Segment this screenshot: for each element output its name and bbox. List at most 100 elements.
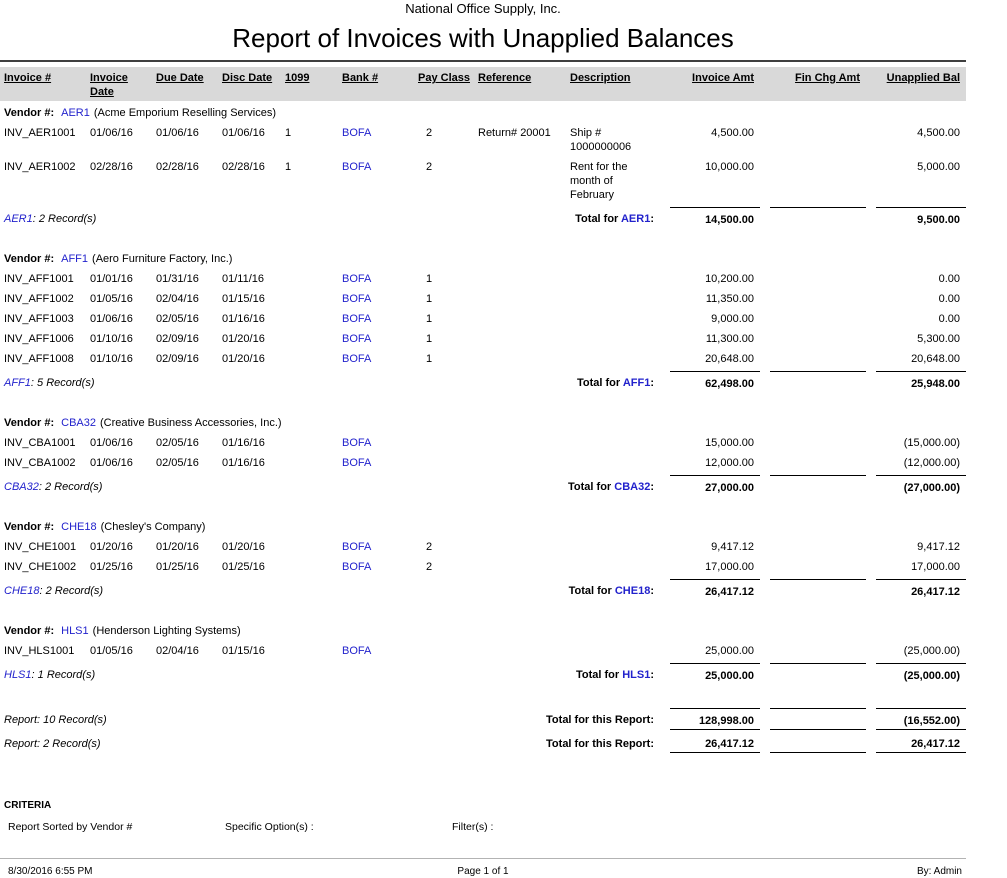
cell-fin-chg-amt (760, 451, 866, 471)
cell-due-date: 02/05/16 (152, 451, 218, 471)
vendor-name: (Acme Emporium Reselling Services) (94, 107, 276, 119)
vendor-code-link[interactable]: HLS1 (61, 625, 89, 637)
cell-invoice-date: 01/20/16 (86, 535, 152, 555)
vendor-total-row: HLS1: 1 Record(s)Total for HLS1:25,000.0… (0, 663, 966, 684)
invoice-row: INV_AFF100301/06/1602/05/1601/16/16BOFA1… (0, 307, 966, 327)
vendor-total-invoice-amt: 27,000.00 (670, 475, 760, 496)
cell-unapplied-bal: 0.00 (866, 267, 966, 287)
cell-1099-flag (281, 639, 330, 659)
cell-bank-link[interactable]: BOFA (330, 535, 410, 555)
vendor-code-link[interactable]: CHE18 (61, 521, 96, 533)
cell-bank-link[interactable]: BOFA (330, 639, 410, 659)
vendor-total-label: Total for CHE18: (410, 579, 660, 600)
cell-unapplied-bal: (12,000.00) (866, 451, 966, 471)
cell-disc-date: 02/28/16 (218, 155, 281, 203)
report-record-count: Report: 10 Record(s) (0, 708, 410, 730)
cell-invoice-amt: 9,417.12 (660, 535, 760, 555)
report-total-invoice-amt: 26,417.12 (670, 732, 760, 753)
cell-invoice-number: INV_CBA1002 (0, 451, 86, 471)
cell-bank-link[interactable]: BOFA (330, 451, 410, 471)
vendor-total-fin-chg-amt (770, 475, 866, 496)
cell-reference (470, 431, 564, 451)
cell-invoice-amt: 10,200.00 (660, 267, 760, 287)
vendor-record-count: CBA32: 2 Record(s) (0, 475, 410, 496)
cell-disc-date: 01/20/16 (218, 535, 281, 555)
cell-disc-date: 01/20/16 (218, 327, 281, 347)
vendor-code-link[interactable]: CBA32 (61, 417, 96, 429)
vendor-total-unapplied-bal: 25,948.00 (876, 371, 966, 392)
cell-pay-class: 2 (410, 155, 470, 203)
cell-disc-date: 01/15/16 (218, 287, 281, 307)
cell-bank-link[interactable]: BOFA (330, 347, 410, 367)
vendor-section-che18: Vendor #:CHE18(Chesley's Company)INV_CHE… (0, 515, 966, 600)
invoice-row: INV_CBA100201/06/1602/05/1601/16/16BOFA1… (0, 451, 966, 471)
cell-invoice-number: INV_CBA1001 (0, 431, 86, 451)
vendor-number-label: Vendor #: (4, 625, 54, 637)
vendor-sections: Vendor #: AER1 (Acme Emporium Reselling Se… (0, 101, 966, 684)
cell-pay-class: 1 (410, 287, 470, 307)
vendor-name: (Aero Furniture Factory, Inc.) (92, 253, 232, 265)
cell-unapplied-bal: 9,417.12 (866, 535, 966, 555)
cell-invoice-number: INV_CHE1001 (0, 535, 86, 555)
cell-description (564, 327, 660, 347)
cell-invoice-date: 01/05/16 (86, 639, 152, 659)
cell-invoice-number: INV_AFF1003 (0, 307, 86, 327)
vendor-total-invoice-amt: 62,498.00 (670, 371, 760, 392)
cell-invoice-amt: 10,000.00 (660, 155, 760, 203)
cell-bank-link[interactable]: BOFA (330, 307, 410, 327)
cell-1099-flag (281, 307, 330, 327)
cell-fin-chg-amt (760, 287, 866, 307)
report-total-invoice-amt: 128,998.00 (670, 708, 760, 730)
vendor-record-count: HLS1: 1 Record(s) (0, 663, 410, 684)
header-divider (0, 60, 966, 62)
report-total-unapplied-bal: (16,552.00) (876, 708, 966, 730)
cell-description (564, 451, 660, 471)
cell-description: Rent for the month of February (564, 155, 660, 203)
cell-1099-flag (281, 431, 330, 451)
vendor-total-unapplied-bal: 26,417.12 (876, 579, 966, 600)
cell-bank-link[interactable]: BOFA (330, 327, 410, 347)
cell-disc-date: 01/20/16 (218, 347, 281, 367)
vendor-name: (Chesley's Company) (101, 521, 206, 533)
vendor-record-count: AFF1: 5 Record(s) (0, 371, 410, 392)
vendor-number-label: Vendor #: (4, 253, 54, 265)
cell-reference (470, 347, 564, 367)
col-header-description: Description (564, 67, 660, 101)
cell-fin-chg-amt (760, 535, 866, 555)
cell-invoice-date: 01/05/16 (86, 287, 152, 307)
invoice-row: INV_AFF100201/05/1602/04/1601/15/16BOFA1… (0, 287, 966, 307)
cell-bank-link[interactable]: BOFA (330, 431, 410, 451)
invoice-row: INV_CHE100201/25/1601/25/1601/25/16BOFA2… (0, 555, 966, 575)
report-total-label: Total for this Report: (410, 708, 660, 730)
cell-pay-class: 2 (410, 535, 470, 555)
invoice-row: INV_HLS100101/05/1602/04/1601/15/16BOFA2… (0, 639, 966, 659)
cell-bank-link[interactable]: BOFA (330, 155, 410, 203)
cell-due-date: 02/05/16 (152, 307, 218, 327)
cell-unapplied-bal: 0.00 (866, 307, 966, 327)
cell-pay-class (410, 639, 470, 659)
col-header-unapplied-bal: Unapplied Bal (866, 67, 966, 101)
report-total-row: Report: 2 Record(s)Total for this Report… (0, 732, 966, 753)
cell-bank-link[interactable]: BOFA (330, 287, 410, 307)
cell-reference (470, 155, 564, 203)
col-header-due-date: Due Date (152, 67, 218, 101)
cell-1099-flag (281, 327, 330, 347)
vendor-total-fin-chg-amt (770, 663, 866, 684)
vendor-code-link[interactable]: AFF1 (61, 253, 88, 265)
cell-due-date: 01/06/16 (152, 121, 218, 155)
cell-description (564, 267, 660, 287)
cell-invoice-date: 01/10/16 (86, 347, 152, 367)
vendor-total-unapplied-bal: (25,000.00) (876, 663, 966, 684)
cell-disc-date: 01/15/16 (218, 639, 281, 659)
cell-bank-link[interactable]: BOFA (330, 121, 410, 155)
cell-invoice-number: INV_AER1001 (0, 121, 86, 155)
cell-bank-link[interactable]: BOFA (330, 555, 410, 575)
invoice-row: INV_AFF100601/10/1602/09/1601/20/16BOFA1… (0, 327, 966, 347)
vendor-total-row: CHE18: 2 Record(s)Total for CHE18:26,417… (0, 579, 966, 600)
cell-pay-class: 1 (410, 307, 470, 327)
cell-bank-link[interactable]: BOFA (330, 267, 410, 287)
vendor-section-aff1: Vendor #: AFF1 (Aero Furniture Factory, In… (0, 247, 966, 392)
cell-fin-chg-amt (760, 327, 866, 347)
cell-due-date: 02/09/16 (152, 347, 218, 367)
vendor-code-link[interactable]: AER1 (61, 107, 90, 119)
